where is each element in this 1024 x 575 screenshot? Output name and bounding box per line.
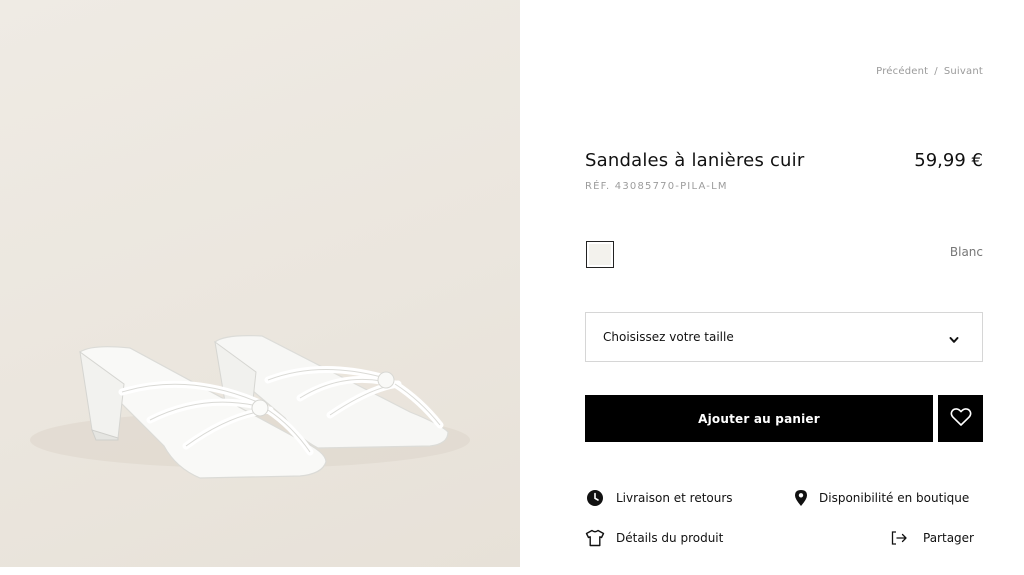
product-details-label: Détails du produit — [616, 531, 724, 545]
delivery-returns-link[interactable]: Livraison et retours — [585, 488, 733, 508]
color-swatch-blanc[interactable] — [586, 241, 614, 268]
product-details-link[interactable]: Détails du produit — [585, 528, 723, 548]
color-swatch-fill — [589, 244, 611, 265]
next-link[interactable]: Suivant — [944, 66, 983, 77]
clock-icon — [585, 488, 605, 508]
location-pin-icon — [791, 488, 811, 508]
selected-color-name: Blanc — [949, 245, 983, 259]
heart-icon — [950, 407, 972, 431]
product-title: Sandales à lanières cuir — [585, 150, 805, 171]
add-to-cart-button[interactable]: Ajouter au panier — [585, 395, 933, 442]
product-navigation: Précédent / Suivant — [876, 66, 983, 77]
store-availability-label: Disponibilité en boutique — [819, 491, 970, 505]
store-availability-link[interactable]: Disponibilité en boutique — [791, 488, 969, 508]
product-image[interactable] — [0, 0, 520, 567]
tshirt-icon — [585, 528, 605, 548]
size-dropdown[interactable]: Choisissez votre taille — [585, 312, 983, 362]
wishlist-button[interactable] — [938, 395, 983, 442]
size-dropdown-label: Choisissez votre taille — [603, 330, 734, 344]
share-label: Partager — [923, 531, 974, 545]
sandals-illustration — [30, 335, 470, 479]
product-price: 59,99 € — [914, 150, 983, 171]
previous-link[interactable]: Précédent — [876, 66, 928, 77]
share-arrow-icon — [889, 528, 909, 548]
product-reference: RÉF. 43085770-PILA-LM — [585, 181, 728, 192]
delivery-returns-label: Livraison et retours — [616, 491, 733, 505]
share-link[interactable]: Partager — [889, 528, 974, 548]
nav-separator: / — [934, 66, 938, 77]
chevron-down-icon — [948, 331, 960, 350]
